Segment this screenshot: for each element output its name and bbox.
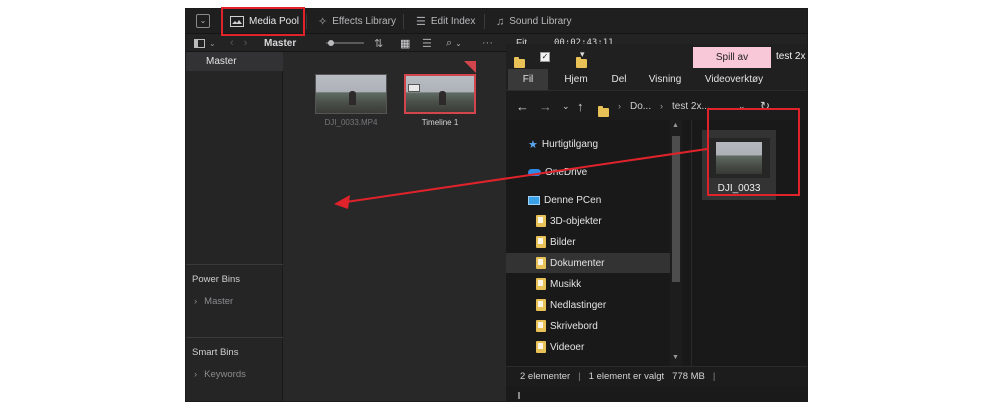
drag-arrow (334, 148, 708, 209)
